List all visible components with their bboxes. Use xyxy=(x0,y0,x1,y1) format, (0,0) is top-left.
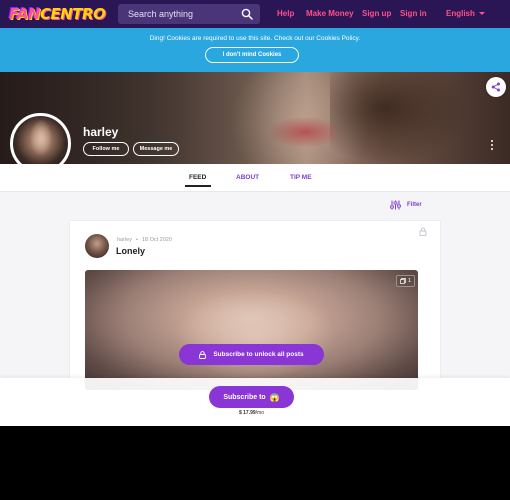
sign-up-link[interactable]: Sign up xyxy=(362,9,391,18)
cookie-message: Ding! Cookies are required to use this s… xyxy=(149,35,361,42)
share-icon xyxy=(491,82,500,92)
image-stack-icon xyxy=(400,278,406,284)
subscription-price: $ 17.99/mo xyxy=(0,410,503,416)
follow-button[interactable]: Follow me xyxy=(83,142,129,156)
logo-text-centro: CENTRO xyxy=(39,5,106,23)
post-date: 18 Oct 2020 xyxy=(141,237,172,243)
make-money-link[interactable]: Make Money xyxy=(306,9,354,18)
cover-image xyxy=(0,72,510,164)
search-box xyxy=(118,4,260,24)
post-meta: harley • 18 Oct 2020 xyxy=(117,237,172,243)
lock-icon xyxy=(419,227,427,236)
filter-button[interactable]: Filter xyxy=(390,200,422,210)
message-button[interactable]: Message me xyxy=(133,142,179,156)
media-count: 1 xyxy=(408,278,412,284)
profile-tabs: FEED ABOUT TIP ME xyxy=(0,164,510,192)
filter-label: Filter xyxy=(407,202,422,208)
logo-text-fan: FAN xyxy=(9,5,40,23)
help-link[interactable]: Help xyxy=(277,9,294,18)
language-selector[interactable]: English xyxy=(446,9,485,18)
more-options-icon[interactable] xyxy=(491,140,495,152)
scream-emoji-icon: 😱 xyxy=(269,392,280,402)
price-amount: $ 17.99 xyxy=(238,410,256,416)
cookie-banner: Ding! Cookies are required to use this s… xyxy=(0,28,510,72)
share-button[interactable] xyxy=(486,77,506,97)
unlock-posts-label: Subscribe to unlock all posts xyxy=(213,351,304,358)
post-author[interactable]: harley xyxy=(117,237,132,243)
tab-about[interactable]: ABOUT xyxy=(236,174,259,181)
post-author-avatar[interactable] xyxy=(85,234,109,258)
active-tab-indicator xyxy=(185,185,211,187)
fancentro-logo[interactable]: FANCENTRO xyxy=(9,4,106,24)
locked-media-preview[interactable] xyxy=(85,270,418,390)
post-title: Lonely xyxy=(116,246,146,256)
unlock-posts-button[interactable]: Subscribe to unlock all posts xyxy=(179,344,324,365)
media-count-badge: 1 xyxy=(396,275,416,287)
profile-page: FANCENTRO Help Make Money Sign up Sign i… xyxy=(0,0,510,426)
sign-in-link[interactable]: Sign in xyxy=(400,9,427,18)
subscribe-button[interactable]: Subscribe to 😱 xyxy=(209,386,294,408)
tab-tip-me[interactable]: TIP ME xyxy=(290,174,312,181)
tab-feed[interactable]: FEED xyxy=(189,174,206,181)
language-label: English xyxy=(446,9,475,18)
search-input[interactable] xyxy=(118,9,233,19)
chevron-down-icon xyxy=(478,12,485,16)
top-navbar: FANCENTRO Help Make Money Sign up Sign i… xyxy=(0,0,510,28)
accept-cookies-button[interactable]: I don't mind Cookies xyxy=(205,47,299,63)
subscribe-label: Subscribe to xyxy=(223,393,266,401)
price-period: /mo xyxy=(255,410,265,416)
lock-icon xyxy=(199,350,207,359)
search-icon[interactable] xyxy=(241,8,253,20)
filter-icon xyxy=(390,200,401,210)
profile-username: harley xyxy=(83,125,119,139)
